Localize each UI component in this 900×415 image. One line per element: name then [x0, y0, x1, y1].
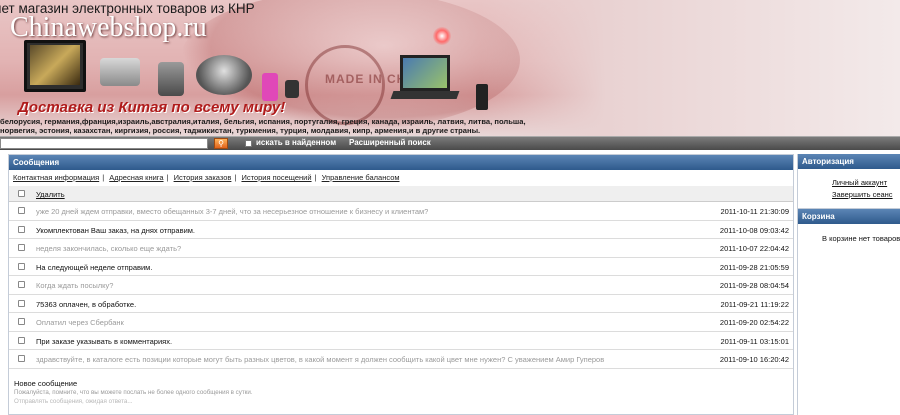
search-in-found-label: искать в найденном	[256, 138, 337, 147]
mp3-player-image	[262, 73, 278, 101]
row-checkbox[interactable]	[18, 207, 25, 214]
countries-list: белорусия, германия,франция,израиль,авст…	[0, 117, 526, 135]
tv-screen-image	[30, 45, 80, 85]
search-bar: ⚲ искать в найденном Расширенный поиск	[0, 136, 900, 150]
camcorder-image	[100, 58, 140, 86]
link-balance[interactable]: Управление балансом	[322, 173, 400, 182]
row-checkbox[interactable]	[18, 318, 25, 325]
message-wait-note: Отправлять сообщения, ожидая ответа...	[14, 398, 133, 405]
message-date: 2011-10-08 09:03:42	[719, 225, 789, 235]
account-links: Контактная информация | Адресная книга | И…	[13, 173, 400, 182]
message-text[interactable]: уже 20 дней ждем отправки, вместо обещан…	[36, 207, 428, 216]
device-image	[476, 84, 488, 110]
robot-vacuum-image	[196, 55, 252, 95]
messages-title: Сообщения	[9, 155, 793, 170]
row-checkbox[interactable]	[18, 262, 25, 270]
message-date: 2011-09-20 02:54:22	[719, 318, 789, 327]
table-row: При заказе указывать в комментариях. 2011…	[9, 332, 793, 350]
row-checkbox[interactable]	[18, 281, 25, 288]
row-checkbox[interactable]	[18, 244, 25, 251]
laptop-base-image	[390, 91, 460, 99]
cart-box: В корзине нет товаров	[798, 224, 900, 284]
search-button[interactable]: ⚲	[214, 138, 228, 149]
watch-image	[285, 80, 299, 98]
message-date: 2011-09-28 21:05:59	[719, 262, 789, 272]
table-row: На следующей неделе отправим. 2011-09-28 …	[9, 258, 793, 276]
cart-title: Корзина	[798, 209, 900, 224]
message-text[interactable]: Укомплектован Ваш заказ, на днях отправи…	[36, 226, 195, 235]
account-link[interactable]: Личный аккаунт	[832, 178, 887, 187]
banner-background	[480, 0, 900, 136]
search-in-found-checkbox[interactable]	[245, 140, 252, 147]
message-date: 2011-09-10 16:20:42	[719, 355, 789, 364]
new-message-label[interactable]: Новое сообщение	[14, 379, 77, 388]
light-burst-graphic	[433, 27, 451, 45]
message-date: 2011-09-21 11:19:22	[720, 299, 789, 309]
table-row: Когда ждать посылку? 2011-09-28 08:04:54	[9, 276, 793, 295]
search-icon: ⚲	[218, 139, 224, 148]
site-logo[interactable]: Chinawebshop.ru	[10, 12, 207, 44]
row-checkbox[interactable]	[18, 336, 25, 344]
message-date: 2011-09-28 08:04:54	[719, 281, 789, 290]
search-input[interactable]	[0, 138, 208, 149]
cart-empty-text: В корзине нет товаров	[822, 234, 900, 243]
messages-panel: Сообщения Контактная информация | Адресна…	[8, 154, 794, 415]
message-date: 2011-10-11 21:30:09	[720, 207, 789, 216]
messages-header-row: Удалить	[9, 186, 793, 202]
message-text[interactable]: При заказе указывать в комментариях.	[36, 337, 172, 346]
countries-line-1: белорусия, германия,франция,израиль,авст…	[0, 117, 526, 126]
message-text[interactable]: Когда ждать посылку?	[36, 281, 113, 290]
table-row: неделя закончилась, сколько еще ждать? 20…	[9, 239, 793, 258]
row-checkbox[interactable]	[18, 355, 25, 362]
advanced-search-link[interactable]: Расширенный поиск	[349, 138, 431, 147]
link-visit-history[interactable]: История посещений	[241, 173, 311, 182]
table-row: 75363 оплачен, в обработке. 2011-09-21 11…	[9, 295, 793, 313]
site-slogan: Доставка из Китая по всему миру!	[18, 99, 286, 116]
delete-button[interactable]: Удалить	[36, 190, 65, 199]
side-panel: Авторизация Личный аккаунт Завершить сеа…	[797, 154, 900, 415]
laptop-image	[400, 55, 450, 91]
auth-box: Личный аккаунт Завершить сеанс	[798, 169, 900, 209]
message-date: 2011-10-07 22:04:42	[719, 244, 789, 253]
message-date: 2011-09-11 03:15:01	[720, 336, 789, 346]
phone-image	[158, 62, 184, 96]
table-row: Укомплектован Ваш заказ, на днях отправи…	[9, 221, 793, 239]
logout-link[interactable]: Завершить сеанс	[832, 190, 893, 199]
message-text[interactable]: неделя закончилась, сколько еще ждать?	[36, 244, 181, 253]
row-checkbox[interactable]	[18, 225, 25, 233]
message-text[interactable]: Оплатил через Сбербанк	[36, 318, 124, 327]
site-banner: MADE IN CHINA нет магазин электронных то…	[0, 0, 900, 136]
countries-line-2: норвегия, эстония, казахстан, киргизия, …	[0, 126, 481, 135]
table-row: уже 20 дней ждем отправки, вместо обещан…	[9, 202, 793, 221]
messages-table: Удалить уже 20 дней ждем отправки, вмест…	[9, 186, 793, 369]
link-order-history[interactable]: История заказов	[174, 173, 232, 182]
link-contact-info[interactable]: Контактная информация	[13, 173, 99, 182]
table-row: здравствуйте, в каталоге есть позиции ко…	[9, 350, 793, 369]
message-limit-note: Пожалуйста, помните, что вы можете посла…	[14, 389, 253, 396]
row-checkbox[interactable]	[18, 299, 25, 307]
message-text[interactable]: На следующей неделе отправим.	[36, 263, 152, 272]
message-text[interactable]: здравствуйте, в каталоге есть позиции ко…	[36, 355, 604, 364]
link-address-book[interactable]: Адресная книга	[109, 173, 163, 182]
auth-title: Авторизация	[798, 154, 900, 169]
message-text[interactable]: 75363 оплачен, в обработке.	[36, 300, 136, 309]
select-all-checkbox[interactable]	[18, 190, 25, 197]
table-row: Оплатил через Сбербанк 2011-09-20 02:54:2…	[9, 313, 793, 332]
